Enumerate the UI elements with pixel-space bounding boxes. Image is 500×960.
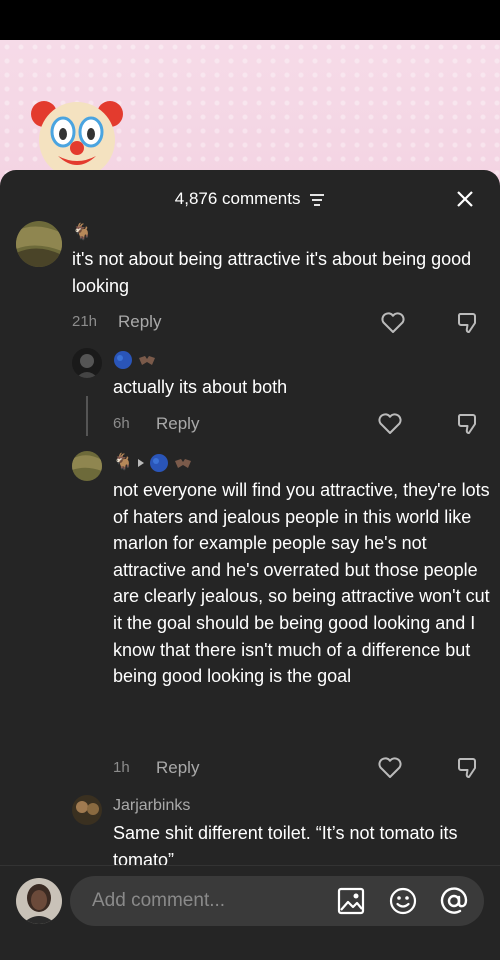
comment-input[interactable]: Add comment... [70,876,484,926]
comment-text: actually its about both [113,377,288,397]
dislike-icon[interactable] [455,311,481,335]
comment-composer: Add comment... [0,865,500,960]
dislike-icon[interactable] [455,412,481,436]
comments-sheet: 4,876 comments 🐐 it's not about being at… [0,170,500,960]
avatar[interactable] [16,221,62,267]
comment-username[interactable]: 🐐 [113,452,193,474]
comment-username[interactable] [113,349,157,371]
close-button[interactable] [450,184,480,214]
sort-icon[interactable] [309,193,325,207]
status-bar [0,0,500,40]
globe-icon [149,454,168,472]
my-avatar[interactable] [16,878,62,924]
comment-username[interactable]: 🐐 [72,222,92,244]
bat-icon [139,356,155,365]
mention-icon[interactable] [439,886,469,916]
bat-icon [174,459,191,468]
globe-icon [114,351,132,369]
reply-button[interactable]: Reply [156,758,199,778]
comment-time: 21h [72,313,98,330]
goat-emoji: 🐐 [72,224,92,241]
like-heart-icon[interactable] [377,756,403,780]
comment-text: not everyone will find you attractive, t… [113,480,490,687]
reply-button[interactable]: Reply [156,414,199,434]
goat-emoji: 🐐 [113,454,133,471]
avatar[interactable] [72,451,102,481]
avatar[interactable] [72,348,102,378]
dislike-icon[interactable] [455,756,481,780]
like-heart-icon[interactable] [377,412,403,436]
thread-line [86,396,88,436]
image-icon[interactable] [336,886,366,916]
comment-input-placeholder: Add comment... [92,890,226,911]
clown-emoji-icon [31,101,123,176]
emoji-icon[interactable] [388,886,418,916]
comment-time: 1h [113,759,130,776]
like-heart-icon[interactable] [380,311,406,335]
comment-time: 6h [113,415,130,432]
comments-header: 4,876 comments [0,184,500,214]
comment-username[interactable]: Jarjarbinks [113,795,190,817]
reply-arrow-icon [137,459,144,467]
comment-text: it's not about being attractive it's abo… [72,249,472,296]
comment-count: 4,876 comments [174,189,301,208]
close-icon [457,191,473,207]
reply-button[interactable]: Reply [118,312,161,332]
avatar[interactable] [72,795,102,825]
